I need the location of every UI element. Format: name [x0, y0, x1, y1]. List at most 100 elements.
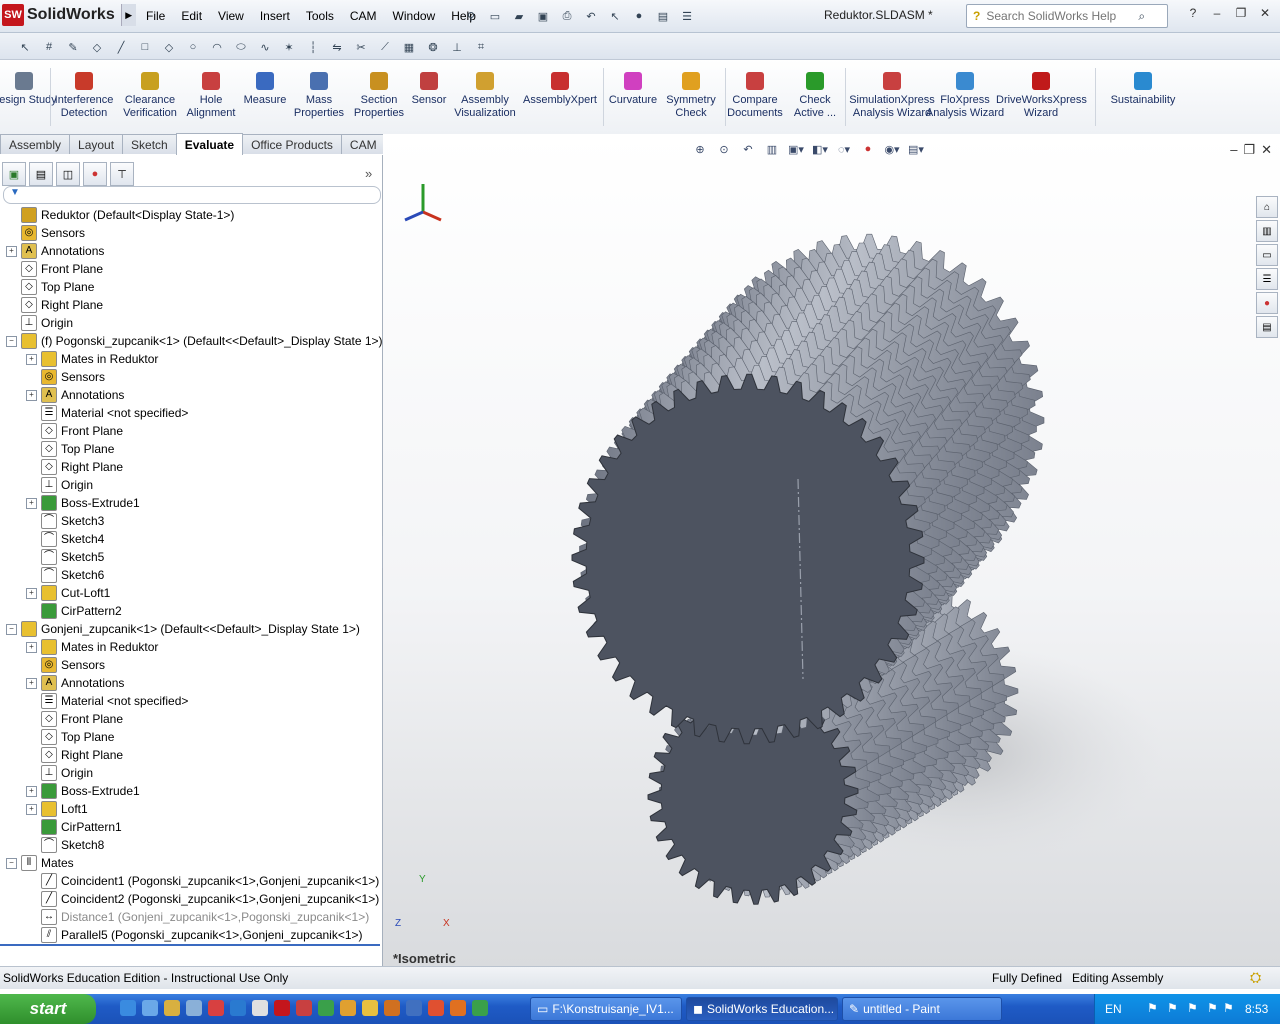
- collapse-icon[interactable]: −: [6, 335, 17, 347]
- quicklaunch-app-icon[interactable]: [252, 1000, 268, 1016]
- trim-icon[interactable]: ✂: [350, 36, 372, 58]
- solidworks-resources-icon[interactable]: ⌂: [1256, 196, 1278, 218]
- search-input[interactable]: [984, 8, 1139, 24]
- spline-icon[interactable]: ∿: [254, 36, 276, 58]
- app-logo[interactable]: SW SolidWorks ▶: [2, 4, 136, 26]
- tab-assembly[interactable]: Assembly: [0, 134, 71, 154]
- tree-item[interactable]: ☰ Material <not specified>: [26, 692, 188, 710]
- new-document-icon[interactable]: ▭: [484, 5, 506, 27]
- language-indicator[interactable]: EN: [1105, 1002, 1122, 1016]
- appearances-icon[interactable]: ●: [1256, 292, 1278, 314]
- start-button[interactable]: start: [0, 994, 96, 1024]
- quicklaunch-app-icon[interactable]: [230, 1000, 246, 1016]
- tree-item[interactable]: + Boss-Extrude1: [26, 494, 140, 512]
- tray-icon[interactable]: ⚑: [1147, 1001, 1158, 1015]
- custom-properties-icon[interactable]: ▤: [1256, 316, 1278, 338]
- tree-item[interactable]: + A Annotations: [6, 242, 104, 260]
- graphics-area[interactable]: Y X Z: [383, 134, 1280, 966]
- tree-item[interactable]: ⌒ Sketch6: [26, 566, 104, 584]
- tree-item[interactable]: CirPattern1: [26, 818, 122, 836]
- select-icon[interactable]: ↖: [604, 5, 626, 27]
- view-orientation-icon[interactable]: ▣▾: [786, 140, 806, 158]
- tree-item[interactable]: ◇ Top Plane: [6, 278, 94, 296]
- tree-item[interactable]: ◎ Sensors: [26, 368, 105, 386]
- tree-item[interactable]: − ⫴ Mates: [6, 854, 74, 872]
- linear-pattern-icon[interactable]: ▦: [398, 36, 420, 58]
- tray-icon[interactable]: ⚑: [1187, 1001, 1198, 1015]
- tree-item[interactable]: ◇ Top Plane: [26, 728, 114, 746]
- rollback-bar[interactable]: [0, 944, 380, 946]
- viewport-restore-icon[interactable]: ❐: [1243, 142, 1255, 158]
- quicklaunch-app-icon[interactable]: [362, 1000, 378, 1016]
- tree-item[interactable]: + A Annotations: [26, 674, 124, 692]
- expand-icon[interactable]: +: [26, 641, 37, 653]
- tree-item[interactable]: CirPattern2: [26, 602, 122, 620]
- quicklaunch-app-icon[interactable]: [406, 1000, 422, 1016]
- command-driveworksxpress-wizard[interactable]: DriveWorksXpress Wizard: [996, 66, 1087, 120]
- design-library-icon[interactable]: ▥: [1256, 220, 1278, 242]
- expand-icon[interactable]: +: [26, 677, 37, 689]
- tree-item[interactable]: + Mates in Reduktor: [26, 638, 158, 656]
- previous-view-icon[interactable]: ↶: [738, 140, 758, 158]
- expand-icon[interactable]: +: [26, 389, 37, 401]
- file-explorer-icon[interactable]: ▭: [1256, 244, 1278, 266]
- options-icon[interactable]: ☰: [676, 5, 698, 27]
- quicklaunch-app-icon[interactable]: [164, 1000, 180, 1016]
- expand-icon[interactable]: +: [26, 803, 37, 815]
- expand-icon[interactable]: +: [26, 785, 37, 797]
- menu-item-window[interactable]: Window: [385, 7, 444, 25]
- tree-item[interactable]: ◎ Sensors: [6, 224, 85, 242]
- view-settings-icon[interactable]: ▤▾: [906, 140, 926, 158]
- tree-item[interactable]: − Gonjeni_zupcanik<1> (Default<<Default>_…: [6, 620, 360, 638]
- tree-item[interactable]: ⊥ Origin: [26, 764, 93, 782]
- quicklaunch-app-icon[interactable]: [186, 1000, 202, 1016]
- minimize-icon[interactable]: –: [1206, 6, 1228, 20]
- tree-item[interactable]: ◇ Top Plane: [26, 440, 114, 458]
- ie-icon[interactable]: [120, 1000, 136, 1016]
- tree-item[interactable]: ◇ Front Plane: [6, 260, 103, 278]
- close-icon[interactable]: ✕: [1254, 6, 1276, 20]
- ellipse-icon[interactable]: ⬭: [230, 36, 252, 58]
- tree-item[interactable]: Reduktor (Default<Display State-1>): [6, 206, 234, 224]
- edit-appearance-icon[interactable]: ●: [858, 140, 878, 158]
- apply-scene-icon[interactable]: ◉▾: [882, 140, 902, 158]
- tree-item[interactable]: ⊥ Origin: [26, 476, 93, 494]
- relations-icon[interactable]: ⊥: [446, 36, 468, 58]
- search-box[interactable]: ? ⌕: [966, 4, 1168, 28]
- search-icon[interactable]: ⌕: [1138, 9, 1145, 24]
- offset-icon[interactable]: ⟋: [374, 36, 396, 58]
- expand-icon[interactable]: +: [26, 353, 37, 365]
- zoom-area-icon[interactable]: ⊙: [714, 140, 734, 158]
- viewport-close-icon[interactable]: ✕: [1261, 142, 1272, 158]
- menu-item-tools[interactable]: Tools: [298, 7, 342, 25]
- clock[interactable]: 8:53: [1245, 1002, 1268, 1016]
- tree-item[interactable]: ╱ Coincident2 (Pogonski_zupcanik<1>,Gonje…: [26, 890, 379, 908]
- taskbar-button-solidworks[interactable]: ◼ SolidWorks Education...: [686, 997, 838, 1021]
- display-manager-icon[interactable]: ●: [83, 162, 107, 186]
- tree-filter[interactable]: ▼: [3, 186, 381, 204]
- centerline-icon[interactable]: ┆: [302, 36, 324, 58]
- tree-item[interactable]: ⌒ Sketch8: [26, 836, 104, 854]
- quicklaunch-chrome-icon[interactable]: [428, 1000, 444, 1016]
- collapse-icon[interactable]: −: [6, 623, 17, 635]
- hide-show-items-icon[interactable]: ◌▾: [834, 140, 854, 158]
- point-icon[interactable]: ✶: [278, 36, 300, 58]
- expand-icon[interactable]: +: [6, 245, 17, 257]
- taskbar-button-explorer[interactable]: ▭ F:\Konstruisanje_IV1...: [530, 997, 682, 1021]
- display-style-icon[interactable]: ◧▾: [810, 140, 830, 158]
- tree-item[interactable]: ⊥ Origin: [6, 314, 73, 332]
- tree-item[interactable]: ⌒ Sketch4: [26, 530, 104, 548]
- expand-panel-icon[interactable]: »: [365, 166, 372, 181]
- repair-icon[interactable]: ⌗: [470, 36, 492, 58]
- tree-item[interactable]: ◇ Front Plane: [26, 422, 123, 440]
- tree-item[interactable]: ◇ Right Plane: [26, 458, 123, 476]
- quicklaunch-firefox-icon[interactable]: [450, 1000, 466, 1016]
- tree-item[interactable]: ◎ Sensors: [26, 656, 105, 674]
- quicklaunch-app-icon[interactable]: [142, 1000, 158, 1016]
- tree-item[interactable]: ↔ Distance1 (Gonjeni_zupcanik<1>,Pogonski…: [26, 908, 369, 926]
- tray-icon[interactable]: ⚑: [1167, 1001, 1178, 1015]
- tab-office-products[interactable]: Office Products: [242, 134, 342, 154]
- tree-item[interactable]: + A Annotations: [26, 386, 124, 404]
- tree-item[interactable]: − (f) Pogonski_zupcanik<1> (Default<<Defa…: [6, 332, 383, 350]
- tree-item[interactable]: + Mates in Reduktor: [26, 350, 158, 368]
